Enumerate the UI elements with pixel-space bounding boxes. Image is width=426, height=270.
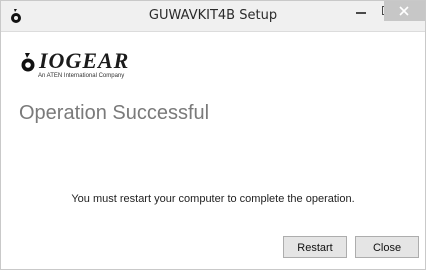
minimize-icon (356, 12, 366, 14)
logo-brand: IOGEAR (39, 48, 130, 73)
status-message: You must restart your computer to comple… (71, 193, 355, 205)
title-bar[interactable]: GUWAVKIT4B Setup (1, 1, 425, 32)
close-button[interactable]: Close (355, 236, 419, 258)
close-icon (399, 6, 409, 16)
close-window-button[interactable] (384, 1, 425, 21)
dialog-content: IOGEAR An ATEN International Company Ope… (1, 32, 425, 269)
page-title: Operation Successful (19, 102, 210, 124)
setup-window: GUWAVKIT4B Setup IOGEAR An ATEN Internat… (0, 0, 426, 270)
minimize-button[interactable] (347, 1, 374, 21)
logo-tagline: An ATEN International Company (38, 73, 125, 79)
iogear-mark-icon (21, 53, 35, 72)
restart-button[interactable]: Restart (283, 236, 347, 258)
iogear-logo: IOGEAR An ATEN International Company (19, 48, 159, 84)
